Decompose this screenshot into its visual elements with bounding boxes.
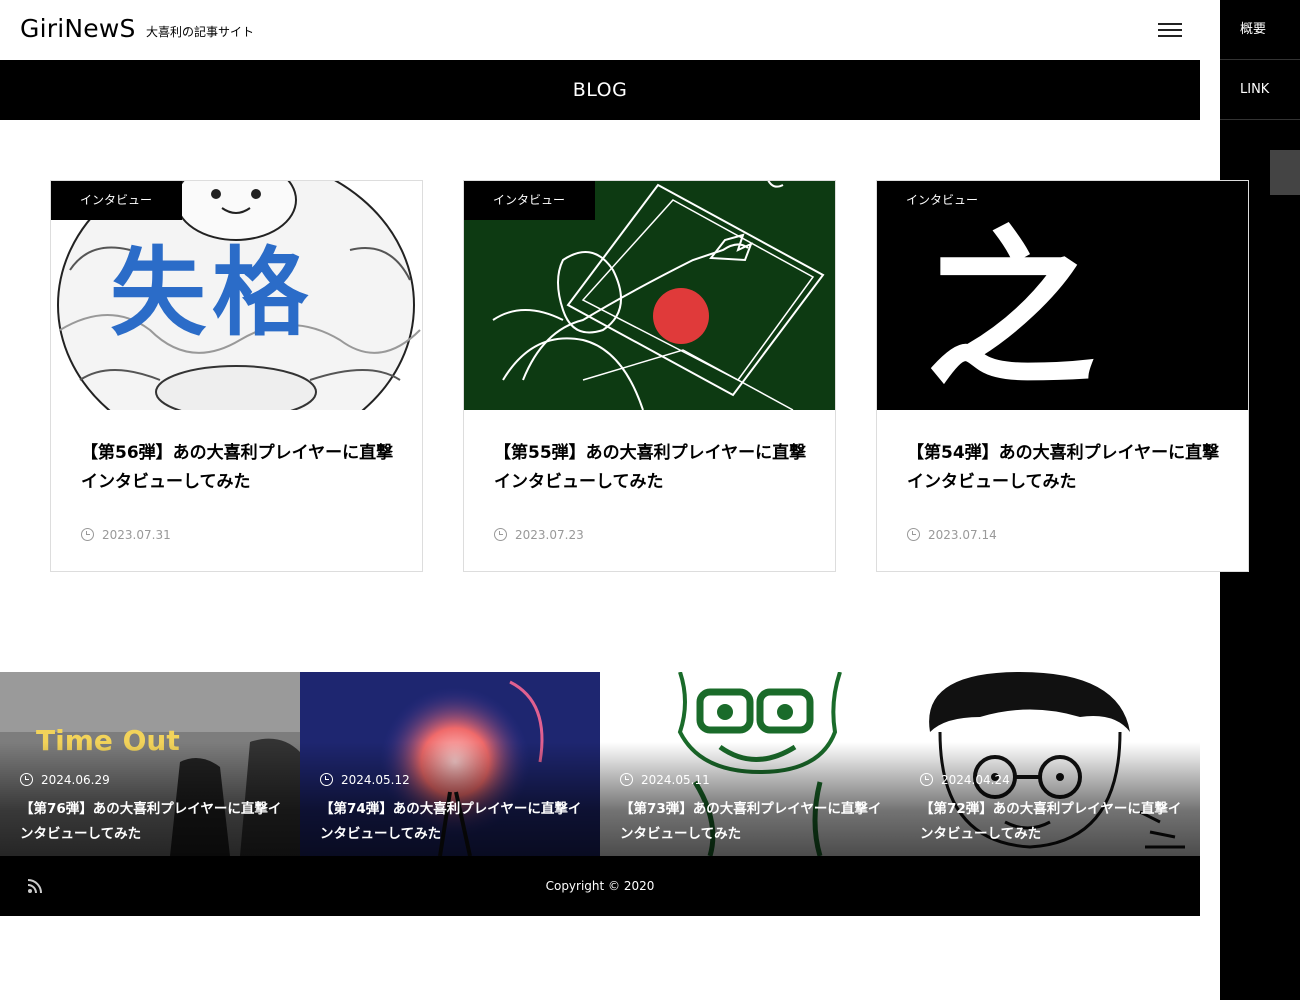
tile-date: 2024.04.24 xyxy=(920,773,1010,787)
article-title[interactable]: 【第56弾】あの大喜利プレイヤーに直撃インタビューしてみた xyxy=(81,439,396,497)
tile-title[interactable]: 【第74弾】あの大喜利プレイヤーに直撃インタビューしてみた xyxy=(320,797,590,847)
clock-icon xyxy=(20,773,33,786)
clock-icon xyxy=(920,773,933,786)
article-date: 2023.07.31 xyxy=(81,528,171,542)
date-text: 2024.05.12 xyxy=(341,773,410,787)
date-text: 2023.07.14 xyxy=(928,528,997,542)
clock-icon xyxy=(620,773,633,786)
site-header: GiriNewS 大喜利の記事サイト xyxy=(0,0,1220,60)
date-text: 2024.06.29 xyxy=(41,773,110,787)
tile-title[interactable]: 【第76弾】あの大喜利プレイヤーに直撃インタビューしてみた xyxy=(20,797,290,847)
tile-title[interactable]: 【第72弾】あの大喜利プレイヤーに直撃インタビューしてみた xyxy=(920,797,1190,847)
article-date: 2023.07.14 xyxy=(907,528,997,542)
site-footer: Copyright © 2020 xyxy=(0,856,1200,916)
clock-icon xyxy=(81,528,94,541)
article-date: 2023.07.23 xyxy=(494,528,584,542)
side-menu-item-link[interactable]: LINK xyxy=(1220,60,1300,120)
featured-tile[interactable]: 2024.04.24 【第72弾】あの大喜利プレイヤーに直撃インタビューしてみた xyxy=(900,672,1200,856)
article-title[interactable]: 【第54弾】あの大喜利プレイヤーに直撃インタビューしてみた xyxy=(907,439,1222,497)
hamburger-menu-icon[interactable] xyxy=(1158,23,1182,40)
article-card[interactable]: インタビュー 【第55弾】あの大喜利プレイヤーに直撃インタビューしてみた 202… xyxy=(463,180,836,572)
tile-date: 2024.06.29 xyxy=(20,773,110,787)
featured-tile[interactable]: Time Out 2024.06.29 【第76弾】あの大喜利プレイヤーに直撃イ… xyxy=(0,672,300,856)
date-text: 2023.07.23 xyxy=(515,528,584,542)
category-label[interactable]: インタビュー xyxy=(877,181,1009,220)
featured-tile[interactable]: 2024.05.11 【第73弾】あの大喜利プレイヤーに直撃インタビューしてみた xyxy=(600,672,900,856)
thumbnail-text: 之 xyxy=(926,210,1097,410)
featured-strip: Time Out 2024.06.29 【第76弾】あの大喜利プレイヤーに直撃イ… xyxy=(0,672,1200,856)
date-text: 2023.07.31 xyxy=(102,528,171,542)
article-card[interactable]: 失格 インタビュー 【第56弾】あの大喜利プレイヤーに直撃インタビューしてみた … xyxy=(50,180,423,572)
copyright-text: Copyright © 2020 xyxy=(545,879,655,893)
tile-date: 2024.05.12 xyxy=(320,773,410,787)
side-menu-item-overview[interactable]: 概要 xyxy=(1220,0,1300,60)
clock-icon xyxy=(907,528,920,541)
clock-icon xyxy=(320,773,333,786)
tile-title[interactable]: 【第73弾】あの大喜利プレイヤーに直撃インタビューしてみた xyxy=(620,797,890,847)
tile-date: 2024.05.11 xyxy=(620,773,710,787)
category-label[interactable]: インタビュー xyxy=(464,181,596,220)
clock-icon xyxy=(494,528,507,541)
featured-tile[interactable]: 2024.05.12 【第74弾】あの大喜利プレイヤーに直撃インタビューしてみた xyxy=(300,672,600,856)
date-text: 2024.04.24 xyxy=(941,773,1010,787)
site-tagline: 大喜利の記事サイト xyxy=(146,25,255,39)
category-label[interactable]: インタビュー xyxy=(51,181,183,220)
date-text: 2024.05.11 xyxy=(641,773,710,787)
thumbnail-text: 失格 xyxy=(110,237,314,349)
page-title: BLOG xyxy=(0,60,1200,120)
scrollbar-thumb[interactable] xyxy=(1270,150,1300,195)
site-logo[interactable]: GiriNewS xyxy=(20,14,136,43)
article-title[interactable]: 【第55弾】あの大喜利プレイヤーに直撃インタビューしてみた xyxy=(494,439,809,497)
article-card[interactable]: 之 インタビュー 【第54弾】あの大喜利プレイヤーに直撃インタビューしてみた 2… xyxy=(876,180,1249,572)
